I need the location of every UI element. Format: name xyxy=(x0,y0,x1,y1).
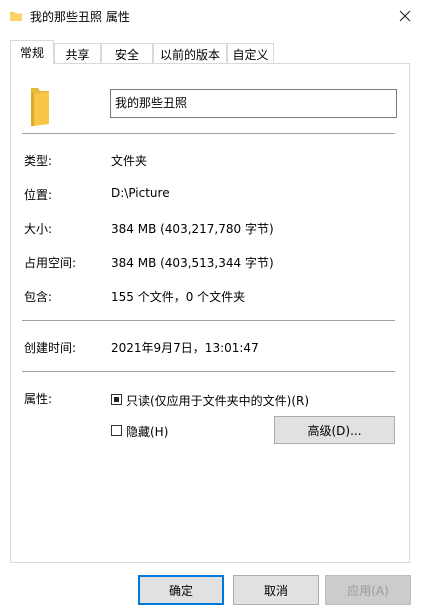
folder-icon xyxy=(31,88,49,126)
close-icon xyxy=(399,10,411,22)
disk-size-label: 占用空间: xyxy=(24,256,77,270)
readonly-checkbox-label[interactable]: 只读(仅应用于文件夹中的文件)(R) xyxy=(126,392,309,409)
general-panel xyxy=(10,63,410,563)
window-title: 我的那些丑照 属性 xyxy=(30,10,130,24)
separator xyxy=(22,371,395,372)
separator xyxy=(22,133,395,134)
created-value: 2021年9月7日，13:01:47 xyxy=(111,341,259,355)
attributes-label: 属性: xyxy=(24,392,53,406)
type-label: 类型: xyxy=(24,154,53,168)
cancel-button[interactable]: 取消 xyxy=(233,575,319,605)
readonly-checkbox[interactable] xyxy=(111,394,122,405)
close-button[interactable] xyxy=(389,0,421,32)
tab-general[interactable]: 常规 xyxy=(10,40,54,64)
tab-security[interactable]: 安全 xyxy=(101,43,153,64)
folder-icon xyxy=(10,12,22,21)
tab-customize[interactable]: 自定义 xyxy=(227,43,274,64)
advanced-button[interactable]: 高级(D)... xyxy=(274,416,395,444)
type-value: 文件夹 xyxy=(111,154,148,168)
size-value: 384 MB (403,217,780 字节) xyxy=(111,222,274,236)
contains-label: 包含: xyxy=(24,290,53,304)
separator xyxy=(22,320,395,321)
hidden-checkbox-label[interactable]: 隐藏(H) xyxy=(126,423,168,440)
tab-sharing[interactable]: 共享 xyxy=(54,43,101,64)
location-label: 位置: xyxy=(24,188,53,202)
folder-name-field[interactable]: 我的那些丑照 xyxy=(110,89,397,118)
ok-button[interactable]: 确定 xyxy=(138,575,224,605)
created-label: 创建时间: xyxy=(24,341,77,355)
hidden-checkbox[interactable] xyxy=(111,425,122,436)
apply-button: 应用(A) xyxy=(325,575,411,605)
tab-previous-versions[interactable]: 以前的版本 xyxy=(153,43,227,64)
location-value: D:\Picture xyxy=(111,186,170,200)
contains-value: 155 个文件，0 个文件夹 xyxy=(111,290,246,304)
size-label: 大小: xyxy=(24,222,53,236)
disk-size-value: 384 MB (403,513,344 字节) xyxy=(111,256,274,270)
title-bar: 我的那些丑照 属性 xyxy=(0,0,421,32)
